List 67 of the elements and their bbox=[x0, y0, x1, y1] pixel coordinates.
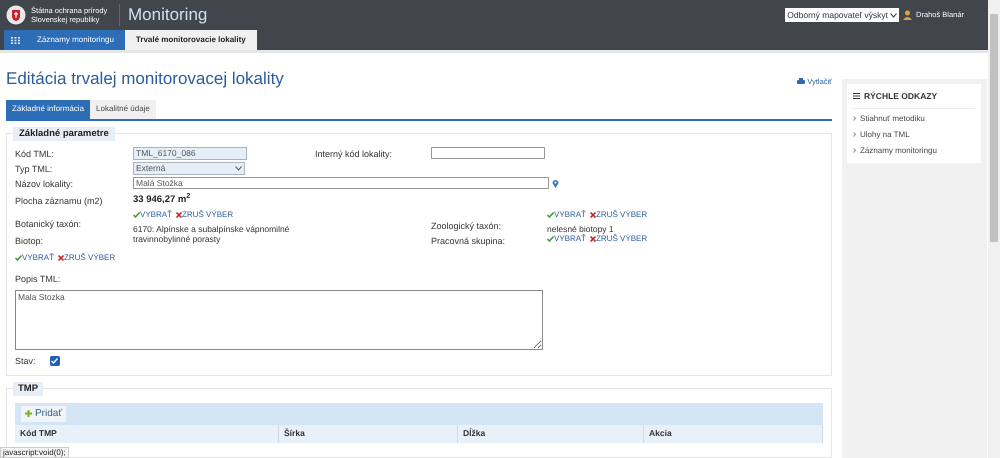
page-title: Editácia trvalej monitorovacej lokality bbox=[6, 68, 284, 90]
clear-selection-link[interactable]: ZRUŠ VÝBER bbox=[596, 234, 648, 244]
status-bar-url: javascript:void(0); bbox=[0, 447, 69, 458]
select-link[interactable]: VYBRAŤ bbox=[554, 210, 586, 220]
close-icon bbox=[590, 236, 596, 242]
user-icon bbox=[903, 10, 912, 20]
role-select[interactable]: Odborný mapovateľ výskyt bbox=[785, 8, 900, 22]
chevron-down-icon bbox=[235, 166, 242, 170]
check-icon bbox=[133, 212, 140, 218]
field-label: Plocha záznamu (m2) bbox=[15, 196, 103, 206]
apps-grid-icon[interactable] bbox=[4, 30, 26, 50]
column-header: Šírka bbox=[279, 424, 458, 442]
check-icon bbox=[15, 254, 22, 260]
clear-selection-link[interactable]: ZRUŠ VÝBER bbox=[64, 252, 116, 262]
menu-icon bbox=[853, 93, 860, 100]
close-icon bbox=[590, 212, 596, 218]
quick-link[interactable]: Záznamy monitoringu bbox=[853, 144, 975, 157]
work-group-value: nelesné biotopy 1 bbox=[547, 224, 615, 234]
tab[interactable]: Základné informácia bbox=[6, 100, 90, 118]
nav-tab[interactable]: Záznamy monitoringu bbox=[26, 30, 125, 50]
field-label: Kód TML: bbox=[15, 149, 54, 159]
map-pin-icon[interactable] bbox=[552, 178, 559, 188]
field-label: Stav: bbox=[15, 356, 36, 366]
status-checkbox[interactable] bbox=[50, 356, 60, 366]
clear-selection-link[interactable]: ZRUŠ VÝBER bbox=[182, 210, 234, 220]
code-field[interactable]: TML_6170_086 bbox=[133, 146, 247, 160]
nav-tab[interactable]: Trvalé monitorovacie lokality bbox=[124, 30, 257, 50]
field-label: Pracovná skupina: bbox=[431, 236, 506, 246]
close-icon bbox=[58, 254, 64, 260]
field-label: Názov lokality: bbox=[15, 179, 74, 189]
column-header: Akcia bbox=[644, 424, 823, 442]
internal-code-field[interactable] bbox=[431, 147, 545, 159]
biotope-value: 6170: Alpínske a subalpínske vápnomilné travinnobylinné porasty bbox=[133, 224, 290, 244]
chevron-right-icon bbox=[853, 116, 856, 122]
app-title: Monitoring bbox=[128, 4, 208, 26]
chevron-right-icon bbox=[853, 132, 856, 138]
section-legend: TMP bbox=[13, 382, 44, 396]
field-label: Zoologický taxón: bbox=[431, 220, 502, 230]
chevron-down-icon bbox=[890, 12, 898, 18]
select-link[interactable]: VYBRAŤ bbox=[554, 234, 586, 244]
column-header: Kód TMP bbox=[15, 424, 279, 442]
select-link[interactable]: VYBRAŤ bbox=[140, 210, 172, 220]
close-icon bbox=[176, 212, 182, 218]
plus-icon bbox=[25, 410, 32, 417]
chevron-right-icon bbox=[853, 148, 856, 154]
field-label: Typ TML: bbox=[15, 164, 52, 174]
clear-selection-link[interactable]: ZRUŠ VÝBER bbox=[596, 210, 648, 220]
tab[interactable]: Lokalitné údaje bbox=[90, 100, 156, 118]
location-name-field[interactable]: Malá Stožka bbox=[133, 177, 549, 189]
description-field[interactable]: Mala Stozka bbox=[15, 290, 543, 350]
area-value: 33 946,27 m$^{2}$ bbox=[133, 192, 190, 207]
field-label: Biotop: bbox=[15, 236, 44, 246]
field-label: Popis TML: bbox=[15, 274, 60, 284]
field-label: Botanický taxón: bbox=[15, 218, 82, 228]
quick-link[interactable]: Stiahnuť metodiku bbox=[853, 112, 975, 125]
quick-links-title: RÝCHLE ODKAZY bbox=[864, 90, 938, 103]
add-button[interactable]: Pridať bbox=[21, 406, 66, 422]
check-icon bbox=[547, 212, 554, 218]
printer-icon bbox=[797, 78, 806, 86]
quick-link[interactable]: Ulohy na TML bbox=[853, 128, 975, 141]
select-link[interactable]: VYBRAŤ bbox=[22, 252, 54, 262]
shield-logo-icon bbox=[6, 5, 26, 25]
section-legend: Základné parametre bbox=[13, 126, 115, 141]
field-label: Interný kód lokality: bbox=[315, 149, 392, 159]
column-header: Dĺžka bbox=[458, 424, 644, 442]
check-icon bbox=[547, 236, 554, 242]
type-select[interactable]: Externá bbox=[133, 162, 245, 174]
